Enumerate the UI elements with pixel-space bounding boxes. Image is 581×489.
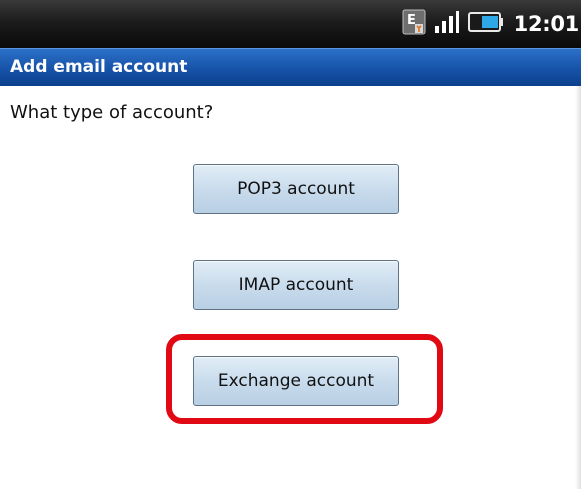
svg-text:E: E [407,13,416,28]
signal-strength-icon [434,10,460,38]
email-setup-screen: E 12:01 Add email account What type of a… [0,0,581,489]
status-bar: E 12:01 [0,0,581,48]
account-type-prompt: What type of account? [10,102,214,123]
pop3-account-button[interactable]: POP3 account [193,164,399,214]
edge-shadow [575,86,581,489]
title-bar: Add email account [0,48,581,86]
battery-icon [467,10,504,38]
exchange-account-button[interactable]: Exchange account [193,356,399,406]
status-icons: E 12:01 [402,0,579,48]
account-type-panel: What type of account? POP3 account IMAP … [0,86,581,489]
notification-e-icon: E [402,9,426,39]
status-clock: 12:01 [513,12,580,36]
page-title: Add email account [10,57,188,77]
imap-account-button[interactable]: IMAP account [193,260,399,310]
